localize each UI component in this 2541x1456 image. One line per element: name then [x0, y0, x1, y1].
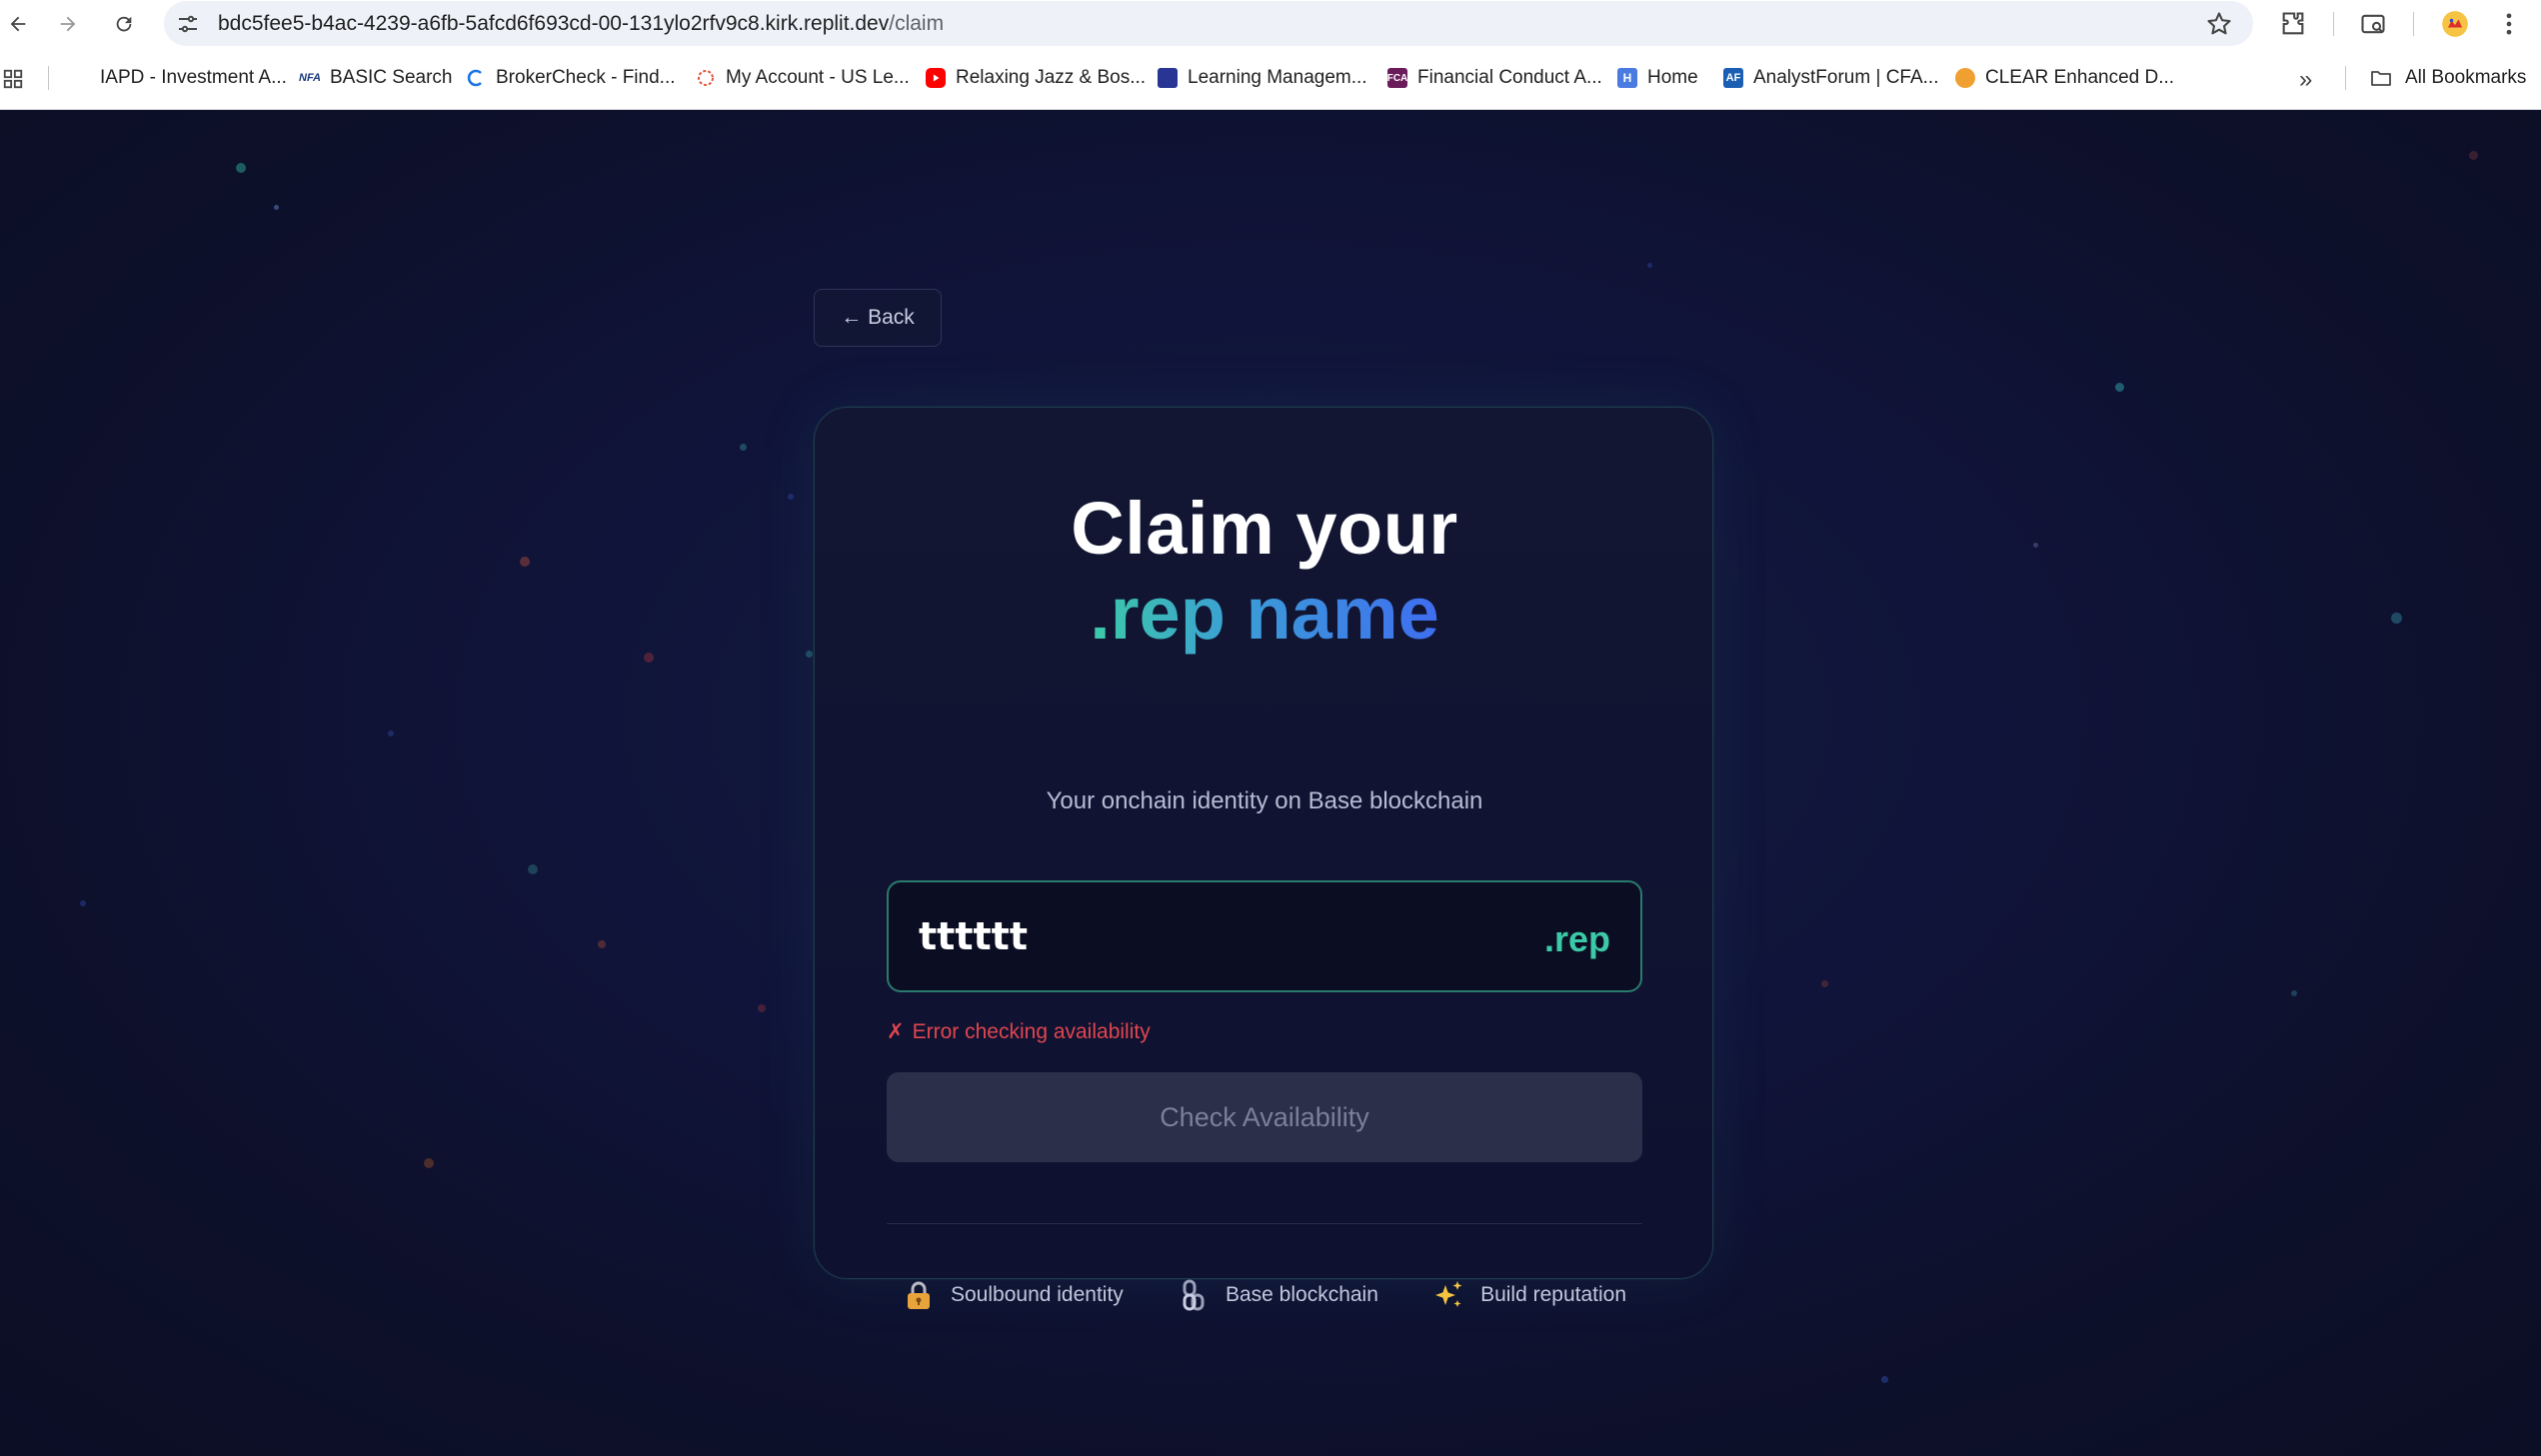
feature-soulbound: Soulbound identity [903, 1275, 1124, 1315]
availability-error: ✗ Error checking availability [887, 1019, 1151, 1044]
bookmark-us-legal[interactable]: My Account - US Le... [696, 64, 910, 92]
clear-icon [1955, 68, 1975, 88]
browser-menu-icon[interactable] [2493, 8, 2525, 40]
back-button[interactable]: ← Back [814, 289, 942, 347]
toolbar-divider [2413, 12, 2414, 36]
card-divider [887, 1223, 1642, 1224]
reload-icon[interactable] [106, 6, 142, 42]
background-star [520, 557, 530, 567]
youtube-icon [926, 68, 946, 88]
claim-card: Claim your .rep name Your onchain identi… [814, 407, 1713, 1311]
claim-page: ← Back Claim your .rep name Your onchain… [0, 111, 2541, 1456]
bookmark-financial-conduct[interactable]: FCA Financial Conduct A... [1387, 64, 1602, 92]
rep-name-input[interactable] [919, 882, 1478, 990]
nfa-icon: NFA [299, 72, 321, 84]
bookmark-brokercheck[interactable]: BrokerCheck - Find... [466, 64, 676, 92]
bookmark-relaxing-jazz[interactable]: Relaxing Jazz & Bos... [926, 64, 1146, 92]
bookmark-analystforum[interactable]: AF AnalystForum | CFA... [1723, 64, 1938, 92]
apps-grid-icon[interactable] [2, 68, 24, 90]
error-text: Error checking availability [912, 1019, 1151, 1043]
toolbar-divider [2333, 12, 2334, 36]
more-bookmarks-chevron-icon[interactable]: » [2299, 66, 2312, 94]
brokercheck-icon [466, 68, 486, 88]
extensions-icon[interactable] [2277, 8, 2309, 40]
bookmarks-bar: IAPD - Investment A... NFA BASIC Search B… [0, 58, 2541, 98]
rep-suffix: .rep [1543, 918, 1610, 959]
background-star [598, 940, 606, 948]
bookmark-star-icon[interactable] [2205, 10, 2233, 38]
background-star [2469, 151, 2478, 160]
profile-avatar-icon[interactable] [2439, 8, 2471, 40]
background-star [740, 444, 747, 451]
bookmark-learning-management[interactable]: Learning Managem... [1158, 64, 1367, 92]
background-star [644, 653, 654, 663]
home-h-icon: H [1617, 68, 1637, 88]
bookmark-home[interactable]: H Home [1617, 64, 1698, 92]
browser-chrome: bdc5fee5-b4ac-4239-a6fb-5afcd6f693cd-00-… [0, 0, 2541, 110]
background-star [806, 651, 813, 658]
bookmarks-divider [2345, 66, 2346, 90]
book-icon [1158, 68, 1178, 88]
af-icon: AF [1723, 68, 1743, 88]
lock-icon [908, 1281, 930, 1309]
rep-name-field[interactable]: .rep [887, 880, 1642, 992]
tab-search-icon[interactable] [2357, 8, 2389, 40]
background-star [2391, 613, 2402, 624]
all-bookmarks-button[interactable]: All Bookmarks [2369, 64, 2526, 92]
page-title-line1: Claim your [1071, 487, 1458, 570]
feature-build-reputation: Build reputation [1432, 1275, 1626, 1315]
iapd-icon [70, 68, 90, 88]
background-star [236, 163, 246, 173]
back-arrow-icon[interactable] [0, 6, 36, 42]
address-bar[interactable]: bdc5fee5-b4ac-4239-a6fb-5afcd6f693cd-00-… [164, 1, 2253, 46]
background-star [1821, 980, 1828, 987]
bookmark-basic-search[interactable]: NFA BASIC Search [299, 64, 453, 92]
feature-base-blockchain: Base blockchain [1178, 1275, 1378, 1315]
background-star [2291, 990, 2297, 996]
forward-arrow-icon[interactable] [50, 6, 86, 42]
bookmark-iapd[interactable]: IAPD - Investment A... [70, 64, 287, 92]
background-star [424, 1158, 434, 1168]
page-subtitle: Your onchain identity on Base blockchain [1046, 787, 1483, 814]
background-star [2033, 543, 2038, 548]
sparkles-icon [1435, 1281, 1462, 1307]
feature-list: Soulbound identity Base blockchain Build… [887, 1275, 1642, 1315]
background-star [1647, 263, 1652, 268]
bookmarks-divider [48, 66, 49, 90]
page-title-line2: .rep name [1090, 572, 1439, 655]
background-star [388, 730, 394, 736]
check-availability-button[interactable]: Check Availability [887, 1072, 1642, 1162]
chain-icon [1183, 1279, 1205, 1311]
error-x-icon: ✗ [887, 1020, 905, 1043]
background-star [758, 1004, 766, 1012]
background-star [528, 864, 538, 874]
us-legal-icon [696, 68, 716, 88]
background-star [1881, 1376, 1888, 1383]
url-text: bdc5fee5-b4ac-4239-a6fb-5afcd6f693cd-00-… [218, 12, 945, 35]
background-star [788, 494, 794, 500]
background-star [80, 900, 86, 906]
background-star [2115, 383, 2124, 392]
fca-icon: FCA [1387, 68, 1407, 88]
bookmark-clear-enhanced[interactable]: CLEAR Enhanced D... [1955, 64, 2174, 92]
browser-toolbar: bdc5fee5-b4ac-4239-a6fb-5afcd6f693cd-00-… [0, 0, 2541, 48]
site-info-icon[interactable] [176, 12, 200, 36]
folder-icon [2371, 71, 2391, 86]
background-star [274, 205, 279, 210]
